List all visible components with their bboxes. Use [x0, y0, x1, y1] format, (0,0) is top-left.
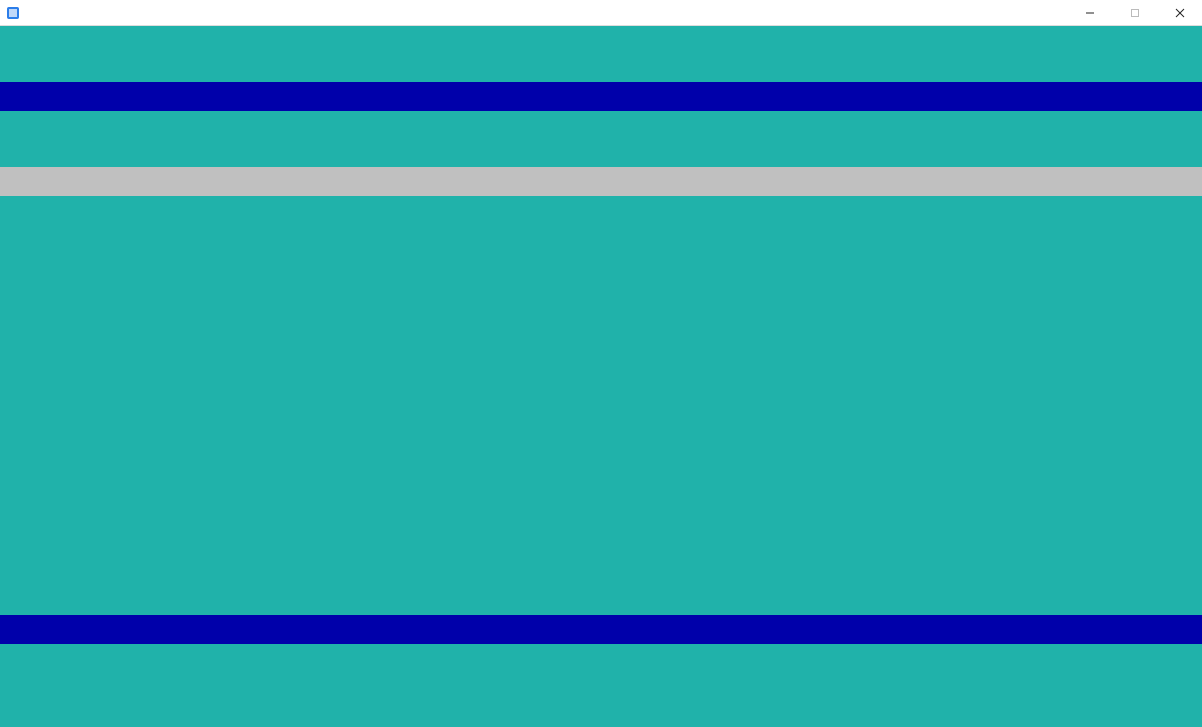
tree-panel	[14, 419, 832, 475]
bios-screen	[0, 26, 1202, 727]
maximize-button	[1112, 0, 1157, 26]
panels	[4, 419, 1198, 475]
window-titlebar	[0, 0, 1202, 26]
bios-header	[0, 82, 1202, 111]
footer-keys	[0, 615, 1202, 644]
minimize-button[interactable]	[1067, 0, 1112, 26]
close-button[interactable]	[1157, 0, 1202, 26]
app-icon	[6, 6, 20, 20]
info-panel	[832, 419, 1188, 475]
menu-bar	[0, 167, 1202, 196]
workspace	[0, 280, 1202, 532]
window-buttons	[1067, 0, 1202, 26]
